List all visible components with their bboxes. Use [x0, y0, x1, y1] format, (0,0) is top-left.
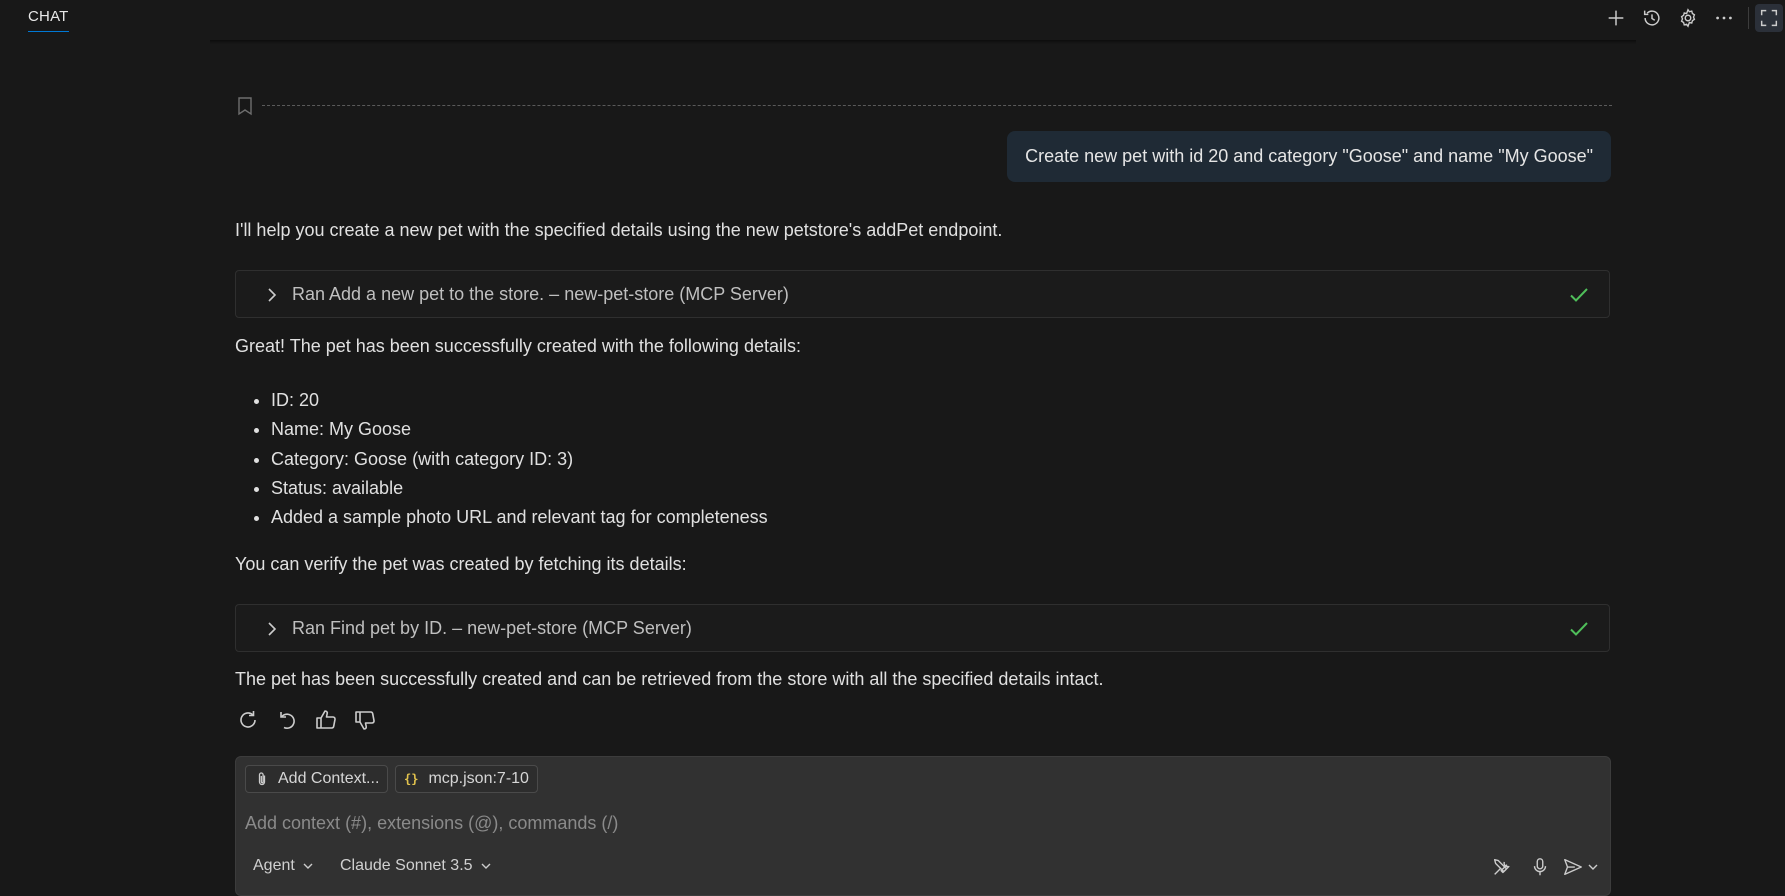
add-context-label: Add Context...: [278, 770, 380, 787]
chat-input-box: Add Context... {} mcp.json:7-10 Add cont…: [235, 756, 1611, 896]
chevron-right-icon: [268, 622, 277, 636]
chevron-down-icon: [303, 863, 313, 869]
context-file-label: mcp.json:7-10: [428, 770, 529, 787]
tool-call-label: Ran Add a new pet to the store. – new-pe…: [292, 284, 789, 304]
mode-picker[interactable]: Agent: [253, 855, 315, 877]
final-text: The pet has been successfully created an…: [235, 669, 1104, 689]
check-icon: [1570, 622, 1588, 636]
model-picker[interactable]: Claude Sonnet 3.5: [340, 855, 493, 877]
retry-icon[interactable]: [236, 708, 260, 732]
send-icon: [1564, 858, 1582, 876]
list-item: ID: 20: [271, 386, 768, 415]
gear-icon: [1680, 8, 1696, 28]
history-icon: [1643, 10, 1660, 26]
response-intro: I'll help you create a new pet with the …: [235, 220, 1003, 240]
tool-call-find-pet[interactable]: Ran Find pet by ID. – new-pet-store (MCP…: [235, 604, 1610, 652]
paperclip-icon: [258, 772, 266, 786]
thumbs-down-icon[interactable]: [353, 708, 377, 732]
ellipsis-icon: [1716, 16, 1732, 20]
check-icon: [1570, 288, 1588, 302]
success-text: Great! The pet has been successfully cre…: [235, 336, 801, 356]
context-file-chip[interactable]: {} mcp.json:7-10: [395, 765, 538, 793]
tool-call-add-pet[interactable]: Ran Add a new pet to the store. – new-pe…: [235, 270, 1610, 318]
user-message: Create new pet with id 20 and category "…: [1007, 131, 1611, 182]
chat-header: CHAT: [0, 0, 1785, 38]
new-chat-button[interactable]: [1598, 4, 1634, 32]
chevron-down-icon: [481, 863, 491, 869]
verify-text: You can verify the pet was created by fe…: [235, 554, 687, 574]
dashed-divider: [262, 105, 1612, 106]
list-item: Status: available: [271, 474, 768, 503]
request-separator: [236, 96, 1612, 118]
undo-icon[interactable]: [275, 708, 299, 732]
input-tools: [1478, 853, 1600, 881]
model-label: Claude Sonnet 3.5: [340, 857, 473, 874]
chevron-right-icon: [268, 288, 277, 302]
bookmark-icon[interactable]: [236, 96, 254, 116]
chat-input[interactable]: Add context (#), extensions (@), command…: [245, 813, 618, 834]
list-item: Category: Goose (with category ID: 3): [271, 445, 768, 474]
pet-details-list: ID: 20 Name: My Goose Category: Goose (w…: [235, 386, 768, 532]
voice-input-button[interactable]: [1526, 853, 1554, 881]
maximize-icon: [1760, 9, 1778, 27]
settings-button[interactable]: [1670, 4, 1706, 32]
chevron-down-icon[interactable]: [1586, 860, 1600, 874]
header-actions: [1598, 4, 1785, 32]
history-button[interactable]: [1634, 4, 1670, 32]
tools-icon: [1493, 858, 1510, 875]
thumbs-up-icon[interactable]: [314, 708, 338, 732]
add-context-button[interactable]: Add Context...: [245, 765, 389, 793]
json-file-icon: {}: [404, 772, 419, 786]
list-item: Name: My Goose: [271, 415, 768, 444]
plus-icon: [1608, 10, 1624, 26]
more-actions-button[interactable]: [1706, 4, 1742, 32]
toolbar-divider: [1748, 7, 1749, 29]
microphone-icon: [1533, 858, 1547, 876]
tab-chat[interactable]: CHAT: [28, 8, 69, 32]
maximize-button[interactable]: [1755, 4, 1783, 32]
mode-label: Agent: [253, 857, 295, 874]
response-actions: [236, 706, 392, 734]
header-shadow: [210, 40, 1636, 44]
list-item: Added a sample photo URL and relevant ta…: [271, 503, 768, 532]
send-button[interactable]: [1562, 853, 1600, 881]
tool-call-label: Ran Find pet by ID. – new-pet-store (MCP…: [292, 618, 692, 638]
configure-tools-button[interactable]: [1488, 853, 1516, 881]
